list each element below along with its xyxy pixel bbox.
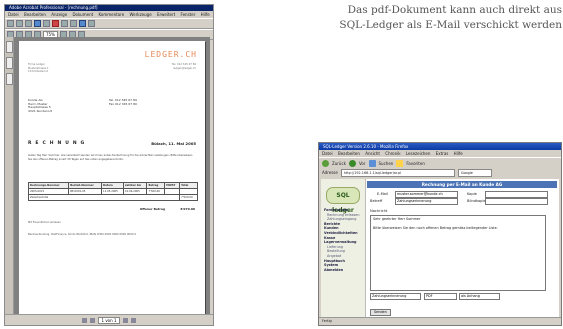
menu-item[interactable]: Hilfe <box>201 12 210 17</box>
menu-item[interactable]: Bearbeiten <box>24 12 46 17</box>
save-icon[interactable] <box>16 20 23 27</box>
menu-item[interactable]: Erweitert <box>157 12 175 17</box>
menu-item[interactable]: Anzeige <box>51 12 67 17</box>
attachment-select[interactable]: als Anhang <box>459 293 500 300</box>
forms-icon[interactable] <box>88 20 95 27</box>
caption: Das pdf-Dokument kann auch direkt aus SQ… <box>316 3 562 33</box>
menu-item[interactable]: Werkzeuge <box>129 12 151 17</box>
page-content: SQL ledger Forderungen Rechnung erfassen Z… <box>321 179 559 317</box>
total-label: Offener Betrag <box>139 207 165 211</box>
caption-line-2: SQL-Ledger als E-Mail verschickt werden <box>339 19 562 31</box>
cc-label: Kopie <box>467 192 477 196</box>
menu-item[interactable]: Chronik <box>385 151 400 156</box>
company-logo: LEDGER.CH <box>144 50 197 59</box>
create-pdf-icon[interactable] <box>52 20 59 27</box>
subject-field[interactable]: Zahlungserinnerung <box>395 198 458 205</box>
signatures-tab[interactable] <box>6 73 13 85</box>
format-select[interactable]: Zahlungserinnerung <box>370 293 421 300</box>
pdf-page: LEDGER.CH Firma Ledger Musterstrasse 1 1… <box>19 41 205 315</box>
navigation-pane <box>5 37 14 315</box>
menu-item[interactable]: Lesezeichen <box>406 151 431 156</box>
acrobat-statusbar: 1 von 1 <box>5 314 213 325</box>
browser-toolbar: Zurück Vor Suchen Favoriten <box>319 157 561 168</box>
email-icon[interactable] <box>34 20 41 27</box>
browser-window: SQL-Ledger Version 2.6.10 - Mozilla Fire… <box>318 142 562 326</box>
cc-field[interactable] <box>485 191 548 198</box>
menu-item[interactable]: Hilfe <box>454 151 463 156</box>
sql-ledger-sidebar: SQL ledger Forderungen Rechnung erfassen Z… <box>321 179 366 317</box>
favorites-label[interactable]: Favoriten <box>406 161 425 166</box>
back-label[interactable]: Zurück <box>332 161 346 166</box>
recipient-address: Kunde AG Herrn Muster Hauptstrasse 5 432… <box>28 98 53 113</box>
menu-item[interactable]: Datei <box>8 12 19 17</box>
acrobat-menubar: Datei Bearbeiten Anzeige Dokument Kommen… <box>5 11 213 18</box>
search-icon[interactable] <box>43 20 50 27</box>
menu-item[interactable]: Dokument <box>72 12 93 17</box>
search-label[interactable]: Suchen <box>379 161 394 166</box>
sign-icon[interactable] <box>70 20 77 27</box>
menu-item[interactable]: Kommentare <box>98 12 124 17</box>
print-icon[interactable] <box>25 20 32 27</box>
company-address: Firma Ledger Musterstrasse 1 1234 Muster… <box>28 63 49 74</box>
browser-statusbar: Fertig <box>319 317 561 325</box>
form-header: Rechnung per E-Mail an Kunde AG <box>367 181 557 188</box>
message-line: Bitte überweisen Sie den noch offenen Be… <box>373 225 498 230</box>
subtotal-value: 7'500.00 <box>179 194 198 201</box>
invoice-intro: Guten Tag Herr Sommer, wie vereinbart se… <box>28 154 193 161</box>
bcc-field[interactable] <box>485 198 548 205</box>
forward-icon[interactable] <box>348 159 356 167</box>
recipient-phone: Tel. 012 345 67 89 Fax 012 345 67 80 <box>109 98 137 106</box>
address-label: Adresse <box>322 170 338 175</box>
sql-ledger-logo: SQL ledger <box>326 187 360 214</box>
sidebar-item[interactable]: Abmelden <box>324 268 365 273</box>
menu-item[interactable]: Bearbeiten <box>338 151 360 156</box>
menu-item[interactable]: Ansicht <box>365 151 380 156</box>
address-bar: Adresse http://192.168.1.1/sql-ledger/ar… <box>319 168 561 177</box>
subtotal-row: Zwischentotal 7'500.00 <box>27 194 198 201</box>
total-value: 8'070.00 <box>180 207 195 211</box>
menu-item[interactable]: Extras <box>436 151 449 156</box>
back-icon[interactable] <box>322 159 329 167</box>
first-page-icon[interactable] <box>81 317 87 323</box>
email-field[interactable]: muster.sommer@kunde.ch <box>395 191 458 198</box>
page-indicator[interactable]: 1 von 1 <box>97 316 121 324</box>
address-input[interactable]: http://192.168.1.1/sql-ledger/ar.pl <box>340 168 455 177</box>
open-icon[interactable] <box>7 20 14 27</box>
caption-line-1: Das pdf-Dokument kann auch direkt aus <box>347 4 562 16</box>
email-form: Rechnung per E-Mail an Kunde AG E-Mail m… <box>367 181 557 317</box>
invoice-table: Rechnungs-Nummer Bestell-Nummer Datum za… <box>27 182 198 201</box>
comment-icon[interactable] <box>61 20 68 27</box>
subject-label: Betreff <box>370 199 383 203</box>
pages-tab[interactable] <box>6 57 13 69</box>
forward-label[interactable]: Vor <box>359 161 366 166</box>
send-button[interactable]: Senden <box>370 309 391 316</box>
document-area[interactable]: LEDGER.CH Firma Ledger Musterstrasse 1 1… <box>14 37 210 315</box>
invoice-date: Bülach, 11. Mai 2005 <box>151 141 196 146</box>
email-label: E-Mail <box>377 192 388 196</box>
menu-item[interactable]: Fenster <box>181 12 196 17</box>
acrobat-toolbar-1 <box>5 18 213 29</box>
bookmarks-tab[interactable] <box>6 41 13 53</box>
sidebar-menu: Forderungen Rechnung erfassen Zahlungseing… <box>321 208 365 272</box>
next-page-icon[interactable] <box>123 317 129 323</box>
company-contact: Tel. 012 345 67 89 ledger@ledger.ch <box>171 63 196 70</box>
bcc-label: Blindkopie <box>467 199 486 203</box>
message-label: Nachricht <box>370 209 388 213</box>
favorites-icon[interactable] <box>396 159 404 167</box>
acrobat-window: Adobe Acrobat Professional - [rechnung.p… <box>4 4 214 326</box>
secure-icon[interactable] <box>79 20 86 27</box>
menu-item[interactable]: Datei <box>322 151 333 156</box>
subtotal-label: Zwischentotal <box>27 194 181 201</box>
type-select[interactable]: PDF <box>424 293 457 300</box>
message-textarea[interactable]: Sehr geehrter Herr Sommer Bitte überweis… <box>370 215 546 291</box>
google-search-input[interactable]: Google <box>457 168 492 177</box>
invoice-heading: R E C H N U N G <box>28 141 86 146</box>
last-page-icon[interactable] <box>131 317 137 323</box>
signoff: Mit Freundlichen Grüssen <box>28 221 61 224</box>
browser-menubar: Datei Bearbeiten Ansicht Chronik Lesezei… <box>319 150 561 157</box>
bank-details: Bankverbindung: PostFinance, Konto 80-00… <box>28 233 136 236</box>
prev-page-icon[interactable] <box>89 317 95 323</box>
browser-titlebar: SQL-Ledger Version 2.6.10 - Mozilla Fire… <box>319 143 561 150</box>
search-icon[interactable] <box>368 159 376 167</box>
